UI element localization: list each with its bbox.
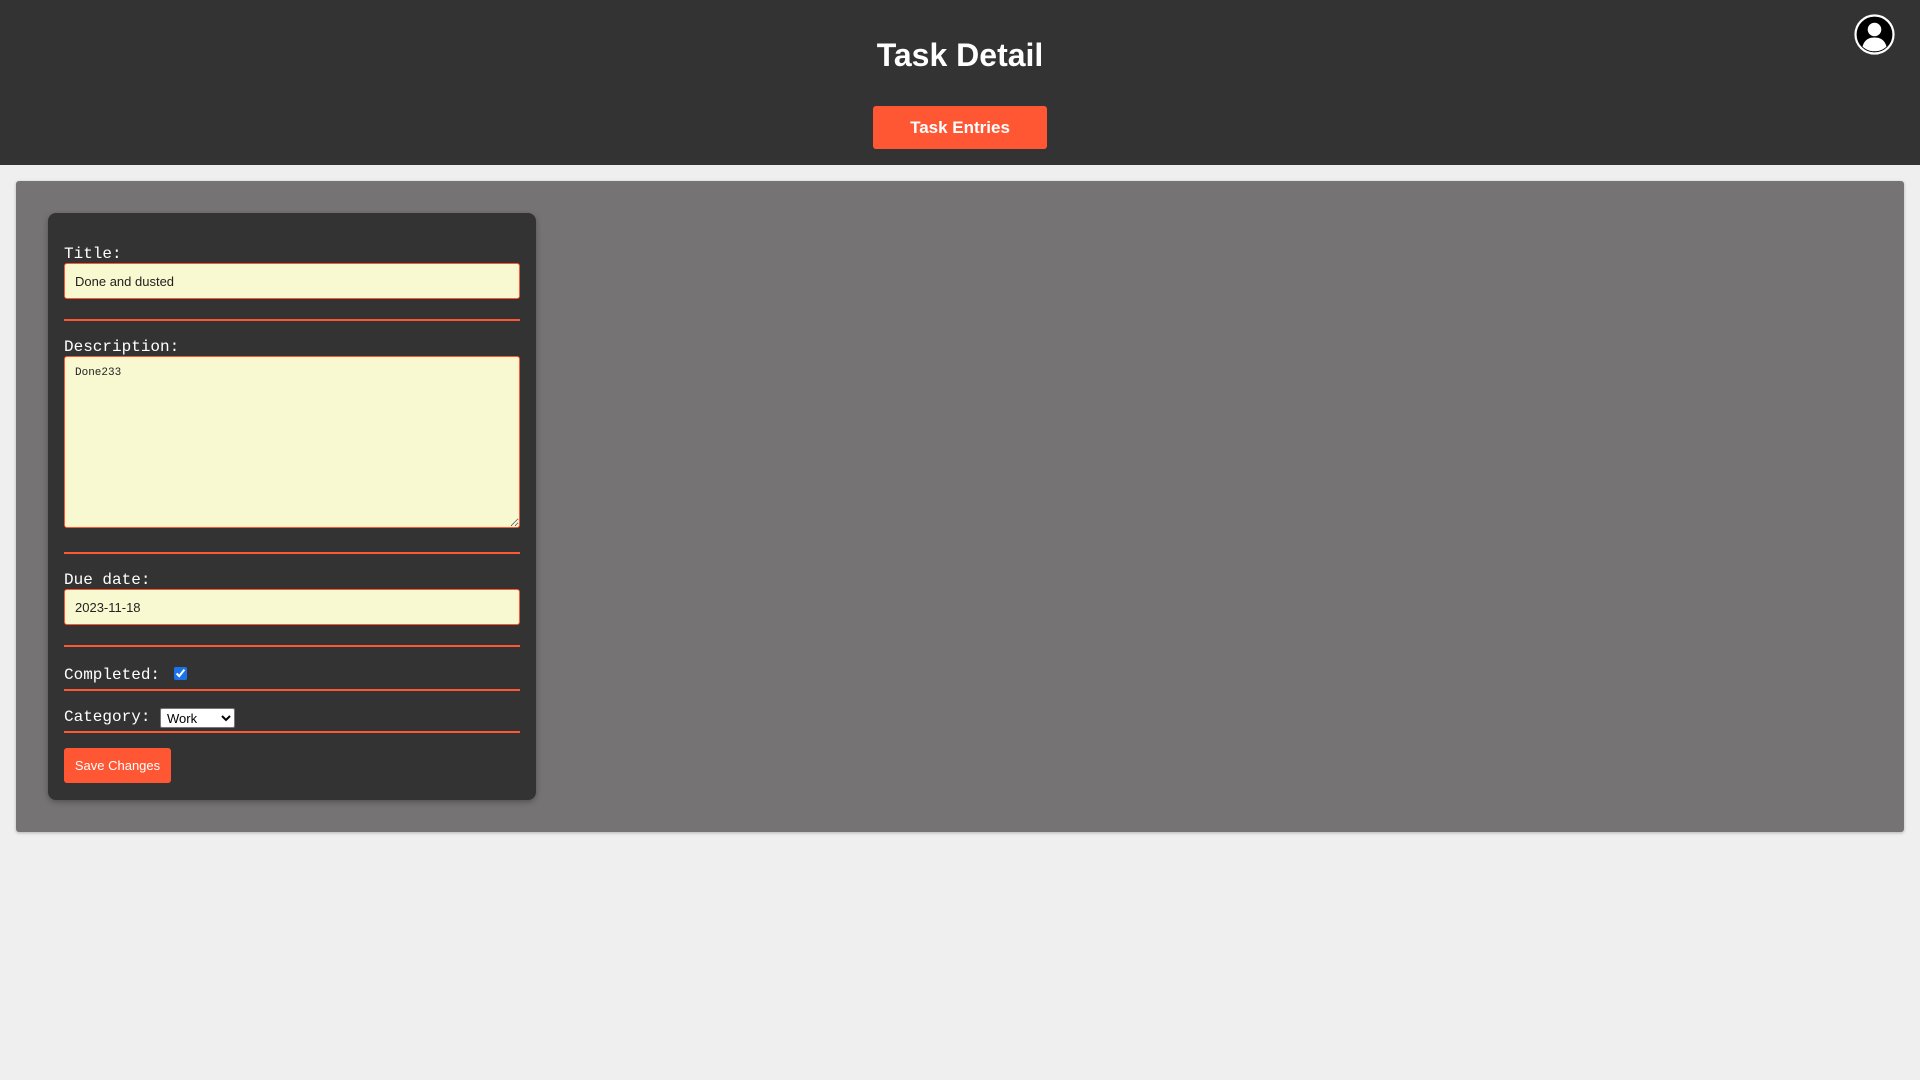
title-label: Title: bbox=[64, 245, 122, 263]
description-label: Description: bbox=[64, 338, 180, 356]
description-divider bbox=[64, 552, 520, 554]
task-entries-button[interactable]: Task Entries bbox=[873, 106, 1047, 149]
app-header: Task Detail Task Entries bbox=[0, 0, 1920, 165]
user-circle-icon[interactable] bbox=[1854, 14, 1895, 55]
completed-divider bbox=[64, 689, 520, 691]
due-date-divider bbox=[64, 645, 520, 647]
title-divider bbox=[64, 319, 520, 321]
avatar-svg bbox=[1854, 14, 1895, 55]
title-input[interactable] bbox=[64, 263, 520, 299]
completed-checkbox[interactable] bbox=[174, 667, 187, 680]
category-divider bbox=[64, 731, 520, 733]
completed-label: Completed: bbox=[64, 666, 161, 684]
category-label: Category: bbox=[64, 708, 151, 726]
page-title: Task Detail bbox=[876, 37, 1044, 73]
save-changes-button[interactable]: Save Changes bbox=[64, 748, 171, 783]
due-date-label: Due date: bbox=[64, 571, 151, 589]
due-date-input[interactable] bbox=[64, 589, 520, 625]
description-textarea[interactable]: Done233 bbox=[64, 356, 520, 528]
category-select[interactable]: Work bbox=[160, 708, 235, 728]
